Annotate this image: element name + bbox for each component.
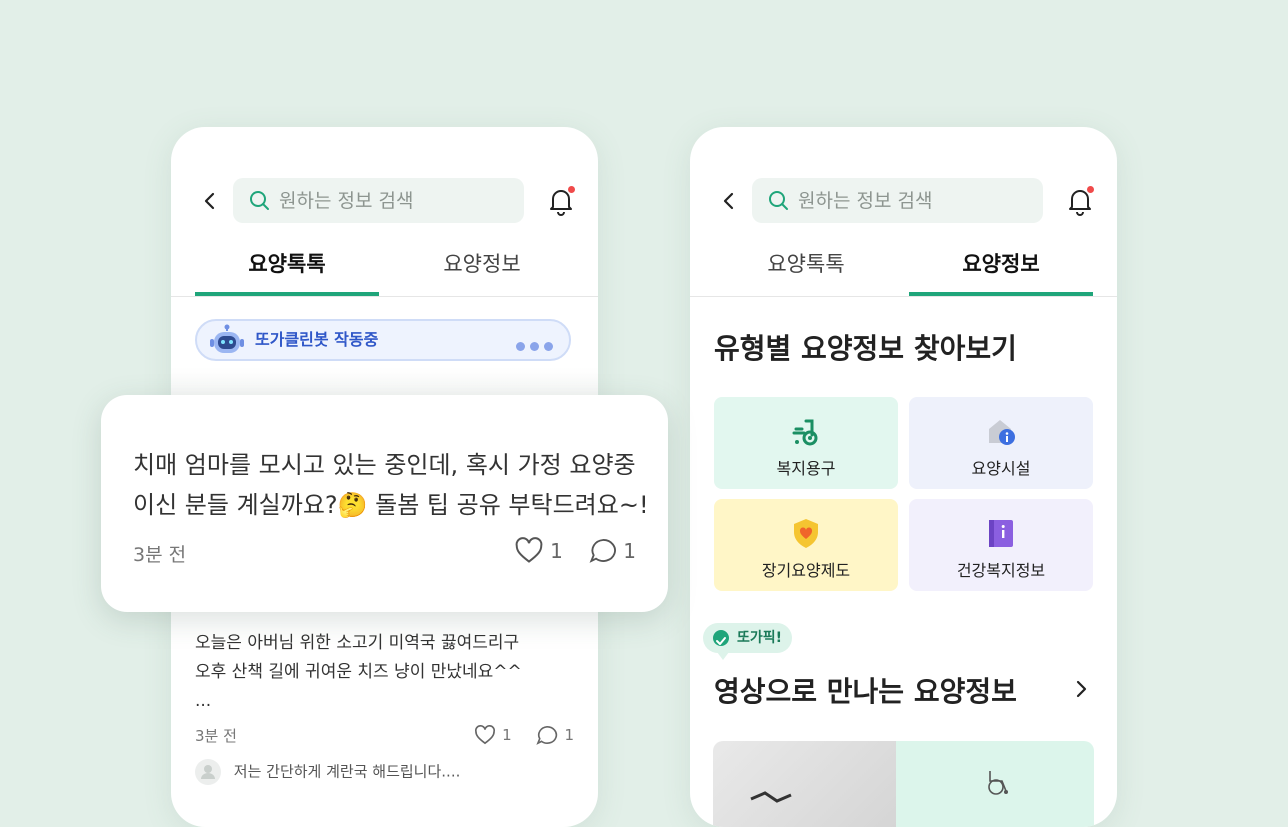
pick-badge: 또가픽! [703,623,793,660]
notification-dot [568,186,575,193]
video-thumbnail [713,741,896,827]
check-icon [713,630,729,646]
avatar [195,759,221,785]
like-button[interactable]: 1 [474,725,512,745]
section-title: 유형별 요양정보 찾아보기 [714,332,1017,365]
search-input[interactable] [798,178,1028,223]
like-button[interactable]: 1 [514,537,563,564]
post-line: 오후 산책 길에 귀여운 치즈 냥이 만났네요^^ [195,662,522,682]
user-icon [201,765,215,779]
video-thumbnail [896,741,1094,827]
category-label: 장기요양제도 [761,561,851,580]
back-arrow-icon[interactable] [199,190,221,212]
featured-post-body: 치매 엄마를 모시고 있는 중인데, 혹시 가정 요양중 이신 분들 계실까요?… [133,445,653,525]
category-welfare-equipment[interactable]: 복지용구 [714,397,898,489]
comment-icon [589,539,617,563]
bot-status-label: 또가클린봇 작동중 [255,330,379,349]
category-long-term-care[interactable]: 장기요양제도 [714,499,898,591]
post-item[interactable]: 오늘은 아버님 위한 소고기 미역국 끓여드리구 오후 산책 길에 귀여운 치즈… [195,629,574,785]
clean-bot-banner: 또가클린봇 작동중 [195,319,571,361]
post-line: 치매 엄마를 모시고 있는 중인데, 혹시 가정 요양중 [133,451,636,479]
category-label: 요양시설 [971,459,1031,478]
category-care-facility[interactable]: 요양시설 [909,397,1093,489]
search-icon [250,191,269,210]
category-label: 복지용구 [776,459,836,478]
search-bar[interactable] [233,178,524,223]
category-health-welfare[interactable]: 건강복지정보 [909,499,1093,591]
like-count: 1 [550,538,563,563]
category-label: 건강복지정보 [956,561,1046,580]
top-bar [171,178,598,223]
wheelchair-icon [792,419,818,446]
wheelchair-icon [988,771,1008,795]
comment-preview: 저는 간단하게 계란국 해드립니다.... [195,759,460,785]
video-card[interactable] [713,741,1094,827]
tab-info[interactable]: 요양정보 [390,244,574,292]
post-line: 오늘은 아버님 위한 소고기 미역국 끓여드리구 [195,633,520,653]
post-meta: 3분 전 1 1 [195,725,574,746]
tab-bar: 요양톡톡 요양정보 [690,244,1117,297]
facility-info-icon [989,420,1015,445]
comment-text: 저는 간단하게 계란국 해드립니다.... [233,762,461,781]
tab-bar: 요양톡톡 요양정보 [171,244,598,297]
search-icon [769,191,788,210]
book-info-icon [989,520,1013,547]
tab-talk[interactable]: 요양톡톡 [195,244,379,296]
comment-button[interactable]: 1 [536,725,574,745]
post-ellipsis: ... [195,691,212,711]
like-count: 1 [502,726,512,744]
post-actions: 1 1 [494,537,636,569]
search-bar[interactable] [752,178,1043,223]
tab-talk[interactable]: 요양톡톡 [714,244,898,292]
post-body: 오늘은 아버님 위한 소고기 미역국 끓여드리구 오후 산책 길에 귀여운 치즈… [195,629,574,716]
heart-icon [475,725,496,745]
comment-count: 1 [564,726,574,744]
video-section-title: 영상으로 만나는 요양정보 [714,675,1017,708]
notification-button[interactable] [547,186,575,216]
tab-info[interactable]: 요양정보 [909,244,1093,296]
post-time: 3분 전 [133,544,187,566]
back-arrow-icon[interactable] [718,190,740,212]
shield-heart-icon [794,519,818,548]
loading-dots-icon [511,336,553,355]
featured-post-card[interactable]: 치매 엄마를 모시고 있는 중인데, 혹시 가정 요양중 이신 분들 계실까요?… [101,395,668,612]
post-time: 3분 전 [195,727,237,745]
notification-button[interactable] [1066,186,1094,216]
comment-count: 1 [623,538,636,563]
comment-icon [536,725,558,745]
search-input[interactable] [279,178,509,223]
notification-dot [1087,186,1094,193]
heart-icon [515,537,543,563]
chevron-right-icon[interactable] [1071,679,1091,699]
pick-badge-label: 또가픽! [737,630,783,646]
top-bar [690,178,1117,223]
post-line: 이신 분들 계실까요?🤔 돌봄 팁 공유 부탁드려요~! [133,491,649,519]
phone-info-screen: 요양톡톡 요양정보 유형별 요양정보 찾아보기 복지용구 요양시설 장기요양제도… [690,127,1117,827]
comment-button[interactable]: 1 [589,537,636,564]
robot-icon [210,324,244,353]
